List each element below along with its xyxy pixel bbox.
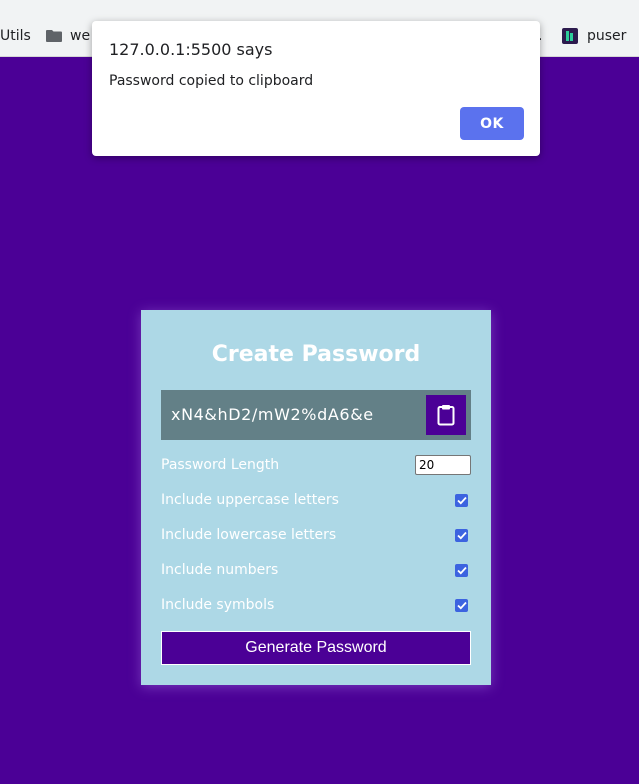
option-lowercase-row: Include lowercase letters	[161, 524, 471, 548]
option-label: Include uppercase letters	[161, 492, 339, 508]
bookmark-label: puser	[587, 28, 627, 44]
option-label: Include symbols	[161, 597, 275, 613]
password-generator-card: Create Password xN4&hD2/mW2%dA6&e Passwo…	[141, 310, 491, 685]
option-symbols-row: Include symbols	[161, 594, 471, 618]
length-label: Password Length	[161, 457, 280, 473]
ok-button[interactable]: OK	[460, 107, 524, 140]
card-title: Create Password	[211, 342, 421, 367]
alert-dialog: 127.0.0.1:5500 says Password copied to c…	[92, 21, 540, 156]
folder-icon	[46, 30, 62, 42]
length-input[interactable]	[415, 455, 471, 475]
alert-message: Password copied to clipboard	[109, 73, 314, 89]
uppercase-checkbox[interactable]	[455, 494, 468, 507]
generate-password-button[interactable]: Generate Password	[161, 631, 471, 665]
bookmark-utils[interactable]: Utils	[0, 28, 31, 44]
password-result-box: xN4&hD2/mW2%dA6&e	[161, 390, 471, 440]
option-numbers-row: Include numbers	[161, 559, 471, 583]
password-result: xN4&hD2/mW2%dA6&e	[171, 405, 374, 424]
puser-icon	[562, 28, 578, 44]
option-uppercase-row: Include uppercase letters	[161, 489, 471, 513]
symbols-checkbox[interactable]	[455, 599, 468, 612]
bookmark-label: Utils	[0, 28, 31, 44]
bookmark-folder[interactable]: we	[46, 28, 90, 44]
option-label: Include numbers	[161, 562, 279, 578]
lowercase-checkbox[interactable]	[455, 529, 468, 542]
copy-clipboard-button[interactable]	[426, 395, 466, 435]
checkmark-icon	[456, 566, 467, 575]
option-label: Include lowercase letters	[161, 527, 337, 543]
numbers-checkbox[interactable]	[455, 564, 468, 577]
length-row: Password Length	[161, 454, 471, 478]
bookmark-puser[interactable]: puser	[562, 28, 626, 44]
checkmark-icon	[456, 496, 467, 505]
bookmark-label: we	[70, 28, 91, 44]
clipboard-icon	[437, 405, 455, 426]
checkmark-icon	[456, 601, 467, 610]
alert-title: 127.0.0.1:5500 says	[109, 40, 273, 59]
checkmark-icon	[456, 531, 467, 540]
